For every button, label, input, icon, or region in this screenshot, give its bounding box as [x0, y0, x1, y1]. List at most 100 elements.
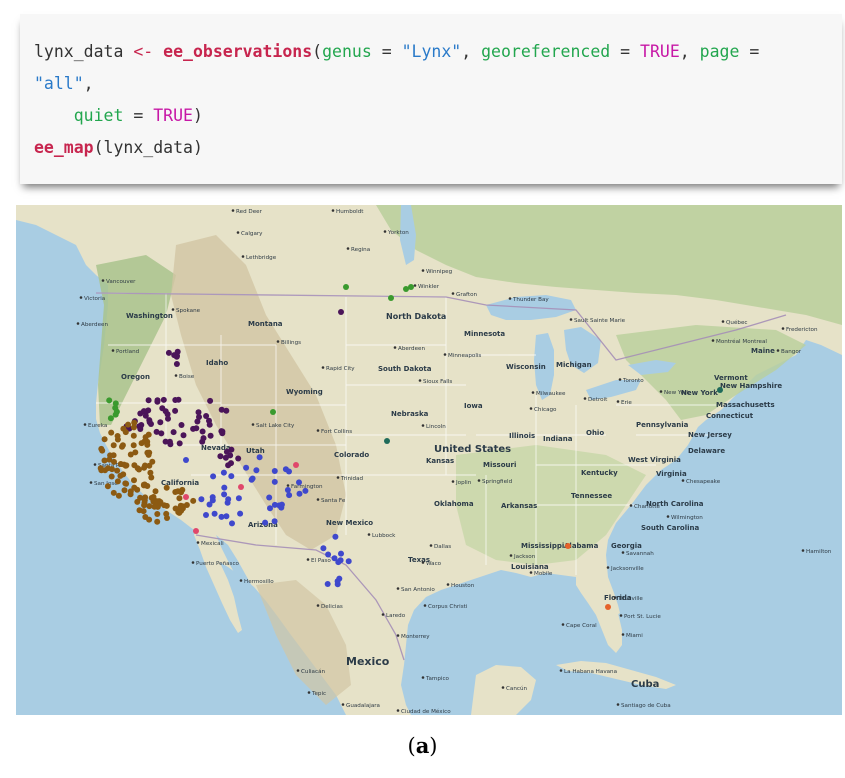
observation-point[interactable]: [173, 361, 180, 367]
observation-point[interactable]: [237, 510, 244, 517]
observation-point[interactable]: [193, 528, 199, 534]
observation-point[interactable]: [121, 461, 128, 468]
observation-point[interactable]: [270, 409, 276, 415]
observation-point[interactable]: [565, 543, 571, 549]
observation-point[interactable]: [147, 469, 154, 476]
observation-point[interactable]: [165, 415, 171, 422]
observation-point[interactable]: [194, 418, 201, 425]
observation-point[interactable]: [158, 430, 165, 437]
observation-point[interactable]: [131, 477, 137, 484]
observation-point[interactable]: [176, 495, 183, 502]
observation-point[interactable]: [165, 349, 172, 356]
observation-point[interactable]: [110, 442, 117, 449]
observation-point[interactable]: [296, 479, 302, 486]
observation-point[interactable]: [115, 492, 122, 499]
observation-point[interactable]: [167, 441, 174, 448]
observation-point[interactable]: [154, 511, 161, 517]
observation-point[interactable]: [345, 558, 352, 565]
observation-point[interactable]: [198, 496, 205, 503]
observation-point[interactable]: [293, 462, 299, 468]
observation-point[interactable]: [136, 466, 142, 473]
observation-point[interactable]: [271, 468, 278, 474]
observation-point[interactable]: [338, 550, 344, 557]
observation-point[interactable]: [98, 445, 105, 452]
observation-point[interactable]: [171, 352, 178, 359]
observation-point[interactable]: [104, 483, 111, 490]
observation-point[interactable]: [262, 519, 269, 526]
observation-point[interactable]: [180, 432, 187, 439]
observation-point[interactable]: [221, 491, 228, 498]
observation-point[interactable]: [190, 425, 197, 432]
observation-point[interactable]: [235, 455, 242, 462]
observation-point[interactable]: [105, 465, 111, 472]
observation-point[interactable]: [172, 397, 179, 403]
observation-point[interactable]: [336, 575, 343, 582]
observation-point[interactable]: [152, 488, 159, 495]
observation-point[interactable]: [142, 462, 148, 469]
observation-point[interactable]: [325, 551, 332, 558]
observation-point[interactable]: [120, 471, 127, 478]
observation-point[interactable]: [243, 464, 250, 471]
observation-point[interactable]: [146, 419, 153, 426]
observation-point[interactable]: [223, 448, 230, 455]
observation-point[interactable]: [163, 484, 170, 491]
observation-point[interactable]: [160, 396, 167, 403]
observation-point[interactable]: [112, 400, 119, 407]
observation-point[interactable]: [337, 557, 344, 564]
observation-point[interactable]: [154, 518, 161, 525]
observation-point[interactable]: [384, 438, 390, 444]
observation-point[interactable]: [190, 497, 197, 504]
observation-point[interactable]: [253, 467, 260, 474]
observation-point[interactable]: [127, 451, 134, 458]
observation-point[interactable]: [97, 465, 104, 472]
observation-point[interactable]: [238, 484, 244, 490]
observation-point[interactable]: [183, 494, 189, 500]
observation-point[interactable]: [220, 469, 227, 476]
observation-point[interactable]: [210, 473, 217, 480]
observation-point[interactable]: [266, 494, 273, 501]
observation-point[interactable]: [172, 489, 179, 495]
observation-point[interactable]: [605, 604, 611, 610]
observation-point[interactable]: [130, 442, 137, 449]
observation-point[interactable]: [159, 405, 166, 412]
observation-point[interactable]: [223, 513, 230, 520]
observation-point[interactable]: [256, 454, 263, 461]
observation-point[interactable]: [320, 545, 327, 552]
observation-point[interactable]: [172, 407, 179, 414]
observation-point[interactable]: [178, 507, 185, 514]
observation-point[interactable]: [408, 284, 414, 290]
observation-point[interactable]: [338, 309, 344, 315]
observation-point[interactable]: [218, 406, 225, 413]
observation-point[interactable]: [145, 397, 152, 404]
observation-point[interactable]: [267, 505, 273, 512]
observation-point[interactable]: [206, 501, 213, 508]
observation-point[interactable]: [217, 453, 224, 460]
observation-point[interactable]: [125, 421, 132, 428]
observation-point[interactable]: [140, 408, 147, 415]
observation-point[interactable]: [163, 502, 170, 509]
observation-point[interactable]: [141, 502, 148, 509]
observation-point[interactable]: [228, 460, 234, 467]
observation-point[interactable]: [140, 481, 147, 488]
observation-point[interactable]: [110, 489, 117, 496]
observation-point[interactable]: [219, 430, 226, 437]
observation-point[interactable]: [114, 436, 121, 443]
observation-point[interactable]: [144, 441, 151, 448]
observation-point[interactable]: [228, 473, 235, 480]
observation-point[interactable]: [145, 431, 152, 438]
observation-point[interactable]: [207, 432, 214, 439]
observation-point[interactable]: [127, 488, 134, 495]
observation-point[interactable]: [249, 475, 256, 482]
observation-point[interactable]: [146, 449, 153, 456]
observation-point[interactable]: [207, 397, 214, 404]
observation-point[interactable]: [284, 487, 291, 493]
observation-point[interactable]: [183, 457, 189, 463]
observation-point[interactable]: [343, 284, 349, 290]
observation-point[interactable]: [296, 490, 303, 497]
observation-point[interactable]: [114, 467, 121, 474]
observation-point[interactable]: [178, 489, 185, 496]
observation-point[interactable]: [324, 581, 331, 587]
observation-point[interactable]: [153, 498, 160, 505]
observation-point[interactable]: [199, 428, 206, 435]
observation-point[interactable]: [157, 419, 164, 426]
